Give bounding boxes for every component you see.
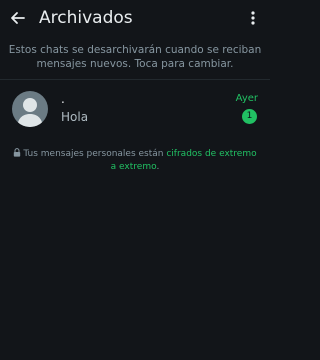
unread-badge: 1: [242, 109, 257, 124]
chat-name: .: [61, 92, 65, 106]
encryption-notice: Tus mensajes personales están cifrados d…: [10, 148, 260, 174]
lock-icon: [13, 148, 21, 157]
chat-list-item[interactable]: . Hola Ayer 1: [0, 84, 270, 134]
encryption-suffix: .: [156, 162, 160, 172]
app-bar: Archivados: [0, 0, 270, 36]
encryption-text: Tus mensajes personales están: [23, 149, 167, 159]
archive-notice[interactable]: Estos chats se desarchivarán cuando se r…: [8, 43, 262, 71]
back-arrow-icon[interactable]: [8, 8, 28, 28]
avatar[interactable]: [12, 91, 48, 127]
page-title: Archivados: [39, 8, 133, 28]
last-message: Hola: [61, 110, 89, 124]
chat-timestamp: Ayer: [235, 93, 258, 104]
divider: [0, 79, 270, 80]
more-options-icon[interactable]: [246, 8, 260, 28]
